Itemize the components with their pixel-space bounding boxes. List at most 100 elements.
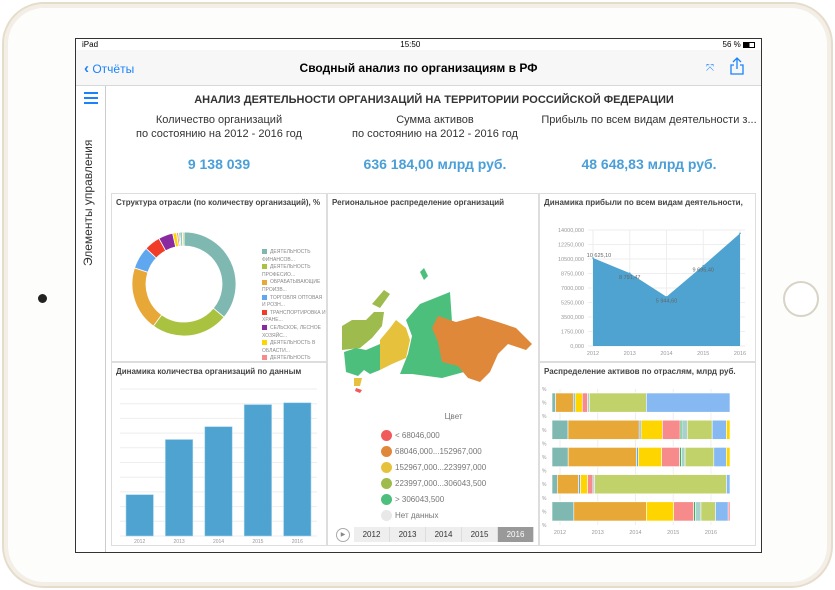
year-2013[interactable]: 2013 (390, 527, 426, 542)
bar-segment (557, 474, 580, 495)
x-tick-label: 2012 (134, 539, 145, 544)
legend-label: 152967,000...223997,000 (395, 462, 487, 472)
donut-slice (152, 307, 225, 337)
year-2016[interactable]: 2016 (498, 527, 534, 542)
year-2012[interactable]: 2012 (354, 527, 390, 542)
legend-dot (381, 445, 392, 457)
region-north-caucasus[interactable] (355, 388, 362, 393)
y-tick-label: 1750,000 (561, 330, 584, 336)
bar (243, 404, 272, 537)
kpi-org-count: Количество организаций по состоянию на 20… (109, 113, 329, 171)
bar-segment (567, 447, 637, 467)
bar-segment (686, 419, 713, 440)
y-tick-label: 3500,000 (561, 315, 584, 321)
home-button[interactable] (783, 281, 819, 317)
legend-item[interactable]: СЕЛЬСКОЕ, ЛЕСНОЕ ХОЗЯЙС... (262, 325, 326, 340)
screen: iPad 15:50 56 % ‹ Отчёты Сводный анализ … (75, 38, 762, 553)
x-tick-label: 2014 (660, 351, 672, 357)
legend-dot (381, 493, 392, 505)
panel-profit-dynamics: Динамика прибыли по всем видам деятельно… (539, 193, 756, 362)
region-central[interactable] (344, 348, 366, 376)
donut-slice (181, 231, 185, 247)
bar-segment (727, 501, 731, 522)
donut-chart (131, 231, 237, 337)
legend-item[interactable]: ТОРГОВЛЯ ОПТОВАЯ И РОЗН... (262, 295, 326, 310)
bar-segment (573, 501, 647, 522)
region-volga[interactable] (364, 344, 380, 374)
bar-segment (726, 474, 731, 495)
bar-segment (715, 501, 729, 522)
x-tick-label: 2014 (629, 530, 641, 536)
bar-segment (551, 501, 575, 522)
legend-item[interactable]: ДЕЯТЕЛЬНОСТЬ В ОБЛАСТИ... (262, 340, 326, 355)
donut-slice (183, 231, 237, 318)
x-tick-label: 2015 (252, 539, 263, 544)
legend-item[interactable]: ОБРАБАТЫВАЮЩИЕ ПРОИЗВ... (262, 279, 326, 294)
y-tick-label: % (542, 509, 547, 515)
y-tick-label: % (542, 523, 547, 529)
map-legend-item[interactable]: 68046,000...152967,000 (381, 443, 486, 459)
russia-map[interactable] (328, 234, 538, 394)
bar-segment (684, 447, 715, 467)
kpi-label: Сумма активов (396, 114, 474, 126)
bar-segment (555, 392, 574, 413)
map-legend-item[interactable]: 152967,000...223997,000 (381, 459, 486, 475)
legend-dot (381, 477, 392, 489)
report: АНАЛИЗ ДЕЯТЕЛЬНОСТИ ОРГАНИЗАЦИЙ НА ТЕРРИ… (107, 86, 761, 552)
play-icon[interactable]: ▶ (336, 527, 350, 542)
bar-segment (713, 447, 727, 467)
share-icon[interactable] (730, 57, 744, 78)
data-point (702, 264, 705, 267)
kpi-value: 48 648,83 млрд руб. (581, 156, 717, 172)
legend-swatch (262, 325, 267, 331)
map-legend-item[interactable]: 223997,000...306043,500 (381, 475, 486, 491)
bar-segment (726, 419, 731, 440)
legend-item[interactable]: ТРАНСПОРТИРОВКА И ХРАНЕ... (262, 310, 326, 325)
legend-swatch (262, 264, 267, 270)
year-2015[interactable]: 2015 (462, 527, 498, 542)
legend-dot (381, 429, 392, 441)
kpi-sub (539, 127, 759, 141)
legend-item[interactable]: ДЕЯТЕЛЬНОСТЬ ФИНАНСОВ... (262, 249, 326, 264)
legend-swatch (262, 309, 267, 315)
bar-segment (594, 474, 727, 495)
bar-segment (646, 392, 731, 413)
bar-chart: 2012 2013 2014 2015 2016 (120, 388, 317, 544)
expand-icon[interactable]: ⤧ (706, 63, 714, 74)
year-2014[interactable]: 2014 (426, 527, 462, 542)
data-point (665, 295, 668, 298)
region-south[interactable] (354, 378, 362, 386)
page-title: Сводный анализ по организациям в РФ (299, 61, 538, 75)
bar-segment (551, 392, 556, 413)
legend-label: Нет данных (395, 510, 439, 520)
bar-segment (662, 419, 681, 440)
hamburger-icon[interactable] (84, 92, 98, 107)
chart-title: Динамика прибыли по всем видам деятельно… (544, 198, 743, 207)
data-label: 9 695,40 (693, 268, 714, 274)
donut-slice (131, 267, 163, 327)
legend-item[interactable]: ДЕЯТЕЛЬНОСТЬ ПРОФЕСИО... (262, 264, 326, 279)
map-legend-item[interactable]: > 306043,500 (381, 491, 486, 507)
battery-icon (742, 41, 755, 48)
kpi-value: 636 184,00 млрд руб. (363, 156, 507, 172)
device-name: iPad (82, 40, 99, 49)
y-tick-label: % (542, 441, 547, 447)
data-label: 8 791,47 (619, 275, 640, 281)
legend-label: 68046,000...152967,000 (395, 446, 482, 456)
x-tick-label: 2013 (592, 530, 604, 536)
y-tick-label: 12250,000 (558, 243, 584, 249)
year-timeline: ▶ 2012 2013 2014 2015 2016 (336, 527, 534, 542)
map-legend-item[interactable]: Нет данных (381, 507, 486, 523)
legend-label: ОБРАБАТЫВАЮЩИЕ ПРОИЗВ... (262, 279, 321, 293)
sidebar: Элементы управления (76, 86, 106, 552)
legend-swatch (262, 249, 267, 255)
map-legend: Цвет < 68046,000 68046,000...152967,000 15… (381, 412, 486, 523)
map-legend-item[interactable]: < 68046,000 (381, 427, 486, 443)
bar (283, 402, 312, 537)
sidebar-label[interactable]: Элементы управления (81, 126, 95, 266)
y-tick-label: % (542, 387, 547, 393)
bar-segment (640, 419, 663, 440)
panel-org-count-dynamics: Динамика количества организаций по данны… (111, 362, 327, 546)
status-bar: iPad 15:50 56 % (76, 39, 761, 50)
legend-dot (381, 461, 392, 473)
